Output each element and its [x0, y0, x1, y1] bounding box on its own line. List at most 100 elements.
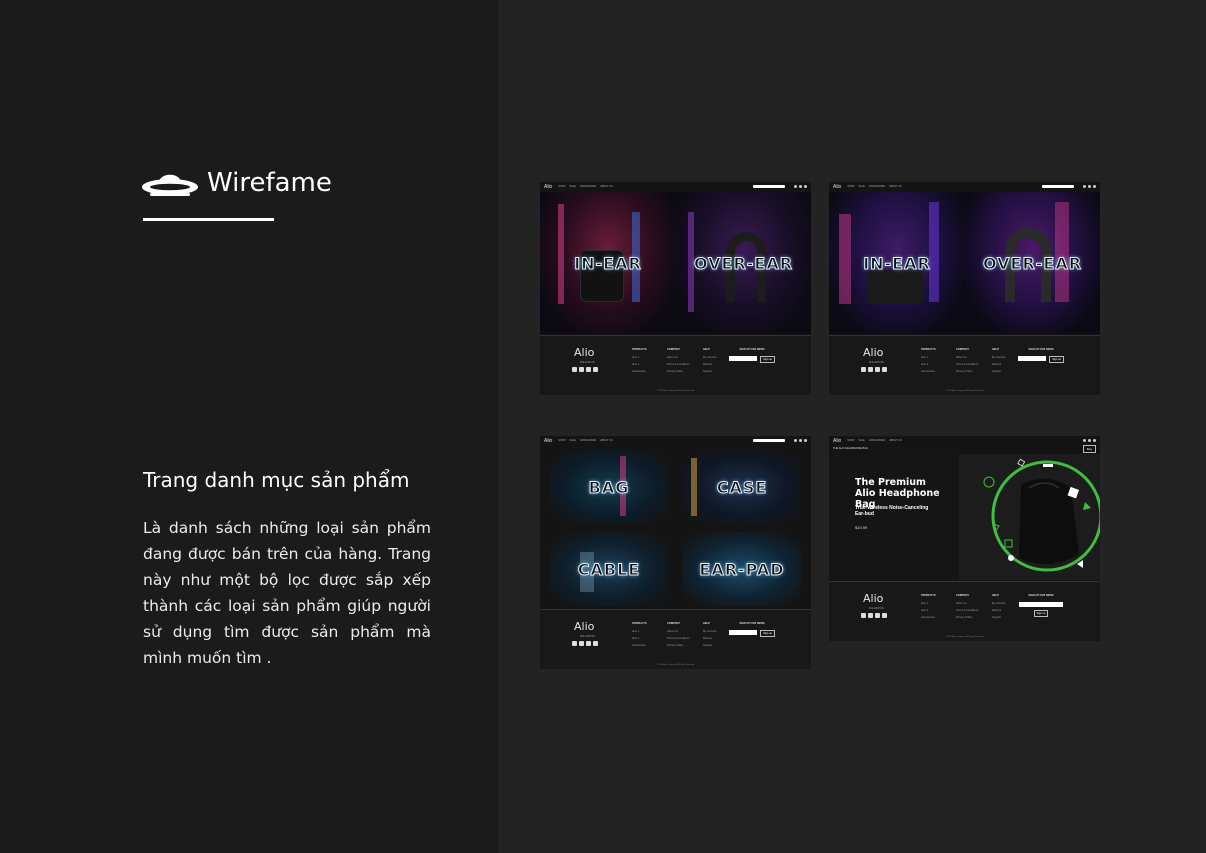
footer-link[interactable]: Privacy Policy — [667, 370, 690, 373]
cart-icon[interactable] — [1093, 439, 1096, 442]
user-icon[interactable] — [1088, 185, 1091, 188]
twitter-icon[interactable] — [861, 613, 866, 618]
nav-link-shop[interactable]: SHOP — [558, 439, 565, 442]
signup-button[interactable]: Sign up — [760, 630, 775, 637]
footer-link[interactable]: My Account — [703, 630, 716, 633]
footer-link[interactable]: Privacy Policy — [956, 616, 979, 619]
twitter-icon[interactable] — [572, 367, 577, 372]
nav-link-sale[interactable]: SALE — [569, 185, 575, 188]
footer-link[interactable]: Privacy Policy — [956, 370, 979, 373]
footer-link[interactable]: Returns — [703, 637, 716, 640]
footer-link[interactable]: Privacy Policy — [667, 644, 690, 647]
nav-link-about[interactable]: ABOUT US — [889, 185, 902, 188]
footer-link[interactable]: Item 2 — [632, 363, 647, 366]
search-icon[interactable] — [1083, 439, 1086, 442]
user-icon[interactable] — [799, 439, 802, 442]
facebook-icon[interactable] — [868, 613, 873, 618]
footer-link[interactable]: Returns — [703, 363, 716, 366]
nav-link-about[interactable]: ABOUT US — [600, 185, 613, 188]
instagram-icon[interactable] — [586, 367, 591, 372]
category-tile-in-ear[interactable]: IN-EAR — [540, 192, 676, 334]
footer-link[interactable]: Item 1 — [921, 602, 936, 605]
footer-link[interactable]: Support — [992, 616, 1005, 619]
category-tile-bag[interactable]: BAG — [550, 450, 668, 524]
footer-link[interactable]: Support — [703, 370, 716, 373]
nav-link-categories[interactable]: CATEGORIES — [580, 439, 596, 442]
footer-link[interactable]: Terms & Conditions — [956, 609, 979, 612]
footer-link[interactable]: My Account — [992, 356, 1005, 359]
cart-icon[interactable] — [1093, 185, 1096, 188]
nav-link-shop[interactable]: SHOP — [558, 185, 565, 188]
footer-link[interactable]: Accessories — [632, 644, 647, 647]
user-icon[interactable] — [1088, 439, 1091, 442]
nav-link-sale[interactable]: SALE — [858, 185, 864, 188]
nav-link-about[interactable]: ABOUT US — [600, 439, 613, 442]
search-icon[interactable] — [794, 439, 797, 442]
nav-link-categories[interactable]: CATEGORIES — [580, 185, 596, 188]
search-icon[interactable] — [1083, 185, 1086, 188]
footer-link[interactable]: Support — [992, 370, 1005, 373]
category-tile-case[interactable]: CASE — [683, 450, 801, 524]
footer-link[interactable]: My Account — [992, 602, 1005, 605]
signup-email-input[interactable] — [1018, 356, 1047, 361]
footer-link[interactable]: Terms & Conditions — [667, 637, 690, 640]
footer-link[interactable]: Item 1 — [921, 356, 936, 359]
footer-link[interactable]: About Us — [667, 630, 690, 633]
user-icon[interactable] — [799, 185, 802, 188]
search-icon[interactable] — [794, 185, 797, 188]
footer-link[interactable]: Returns — [992, 609, 1005, 612]
footer-link[interactable]: Item 2 — [632, 637, 647, 640]
nav-link-sale[interactable]: SALE — [569, 439, 575, 442]
category-tile-over-ear[interactable]: OVER-EAR — [676, 192, 811, 334]
instagram-icon[interactable] — [875, 367, 880, 372]
footer-link[interactable]: Returns — [992, 363, 1005, 366]
footer-link[interactable]: Item 2 — [921, 609, 936, 612]
nav-link-categories[interactable]: CATEGORIES — [869, 439, 885, 442]
signup-email-input[interactable] — [729, 630, 758, 635]
footer-link[interactable]: Accessories — [632, 370, 647, 373]
youtube-icon[interactable] — [593, 367, 598, 372]
footer-link[interactable]: About Us — [956, 356, 979, 359]
cart-icon[interactable] — [804, 439, 807, 442]
footer-link[interactable]: Item 2 — [921, 363, 936, 366]
footer-link[interactable]: About Us — [956, 602, 979, 605]
mockup-brand[interactable]: Alio — [544, 184, 552, 190]
cart-icon[interactable] — [804, 185, 807, 188]
footer-link[interactable]: Accessories — [921, 370, 936, 373]
signup-button[interactable]: Sign up — [760, 356, 775, 363]
facebook-icon[interactable] — [579, 641, 584, 646]
footer-link[interactable]: My Account — [703, 356, 716, 359]
mockup-brand[interactable]: Alio — [833, 184, 841, 190]
buy-button[interactable]: Buy — [1082, 445, 1096, 453]
footer-link[interactable]: Item 1 — [632, 630, 647, 633]
facebook-icon[interactable] — [579, 367, 584, 372]
footer-link[interactable]: Terms & Conditions — [956, 363, 979, 366]
instagram-icon[interactable] — [875, 613, 880, 618]
category-tile-in-ear[interactable]: IN-EAR — [829, 192, 965, 334]
footer-link[interactable]: Accessories — [921, 616, 936, 619]
youtube-icon[interactable] — [882, 613, 887, 618]
nav-link-categories[interactable]: CATEGORIES — [869, 185, 885, 188]
instagram-icon[interactable] — [586, 641, 591, 646]
signup-button[interactable]: Sign up — [1033, 610, 1049, 617]
category-tile-ear-pad[interactable]: EAR-PAD — [683, 532, 801, 606]
twitter-icon[interactable] — [861, 367, 866, 372]
signup-email-input[interactable] — [1019, 602, 1063, 607]
footer-link[interactable]: Terms & Conditions — [667, 363, 690, 366]
twitter-icon[interactable] — [572, 641, 577, 646]
youtube-icon[interactable] — [882, 367, 887, 372]
footer-link[interactable]: Support — [703, 644, 716, 647]
nav-link-shop[interactable]: SHOP — [847, 439, 854, 442]
footer-link[interactable]: Item 1 — [632, 356, 647, 359]
footer-link[interactable]: About Us — [667, 356, 690, 359]
mockup-search-input[interactable] — [753, 439, 785, 442]
signup-email-input[interactable] — [729, 356, 758, 361]
mockup-search-input[interactable] — [753, 185, 785, 188]
nav-link-about[interactable]: ABOUT US — [889, 439, 902, 442]
category-tile-cable[interactable]: CABLE — [550, 532, 668, 606]
signup-button[interactable]: Sign up — [1049, 356, 1064, 363]
nav-link-sale[interactable]: SALE — [858, 439, 864, 442]
mockup-brand[interactable]: Alio — [544, 438, 552, 444]
mockup-search-input[interactable] — [1042, 185, 1074, 188]
nav-link-shop[interactable]: SHOP — [847, 185, 854, 188]
